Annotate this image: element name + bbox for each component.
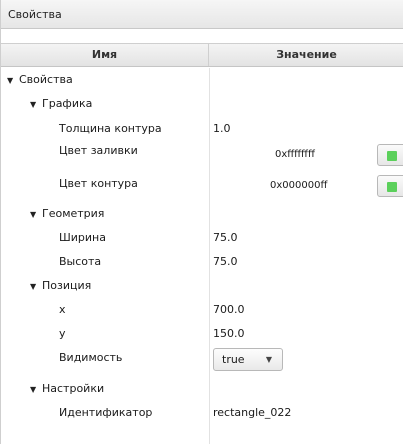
property-row-stroke-width[interactable]: Толщина контура 1.0 (1, 117, 403, 141)
column-header-value[interactable]: Значение (209, 44, 403, 66)
property-label: y (59, 327, 66, 340)
tree-row-label: Графика (42, 97, 93, 110)
property-label: Ширина (59, 231, 106, 244)
expanded-triangle-icon[interactable]: ▼ (30, 275, 42, 299)
property-label: Цвет заливки (59, 144, 138, 157)
property-label: Толщина контура (59, 122, 162, 135)
stroke-width-value[interactable]: 1.0 (213, 117, 231, 141)
tree-row-label: Геометрия (42, 207, 105, 220)
properties-panel: Свойства Имя Значение ▼ Свойства ▼ Графика… (0, 0, 403, 444)
property-tree: ▼ Свойства ▼ Графика Толщина контура 1.0 Ц… (1, 68, 403, 444)
color-swatch-icon (387, 151, 397, 161)
fill-color-hex: 0xffffffff (275, 149, 315, 160)
x-value[interactable]: 700.0 (213, 298, 245, 322)
identifier-value[interactable]: rectangle_022 (213, 401, 291, 425)
height-value[interactable]: 75.0 (213, 250, 238, 274)
fill-color-picker-button[interactable] (377, 144, 403, 166)
visibility-dropdown[interactable]: true ▼ (213, 348, 283, 371)
color-swatch-icon (387, 182, 397, 192)
property-label: Высота (59, 255, 102, 268)
tree-row-graphics[interactable]: ▼ Графика (1, 92, 403, 116)
visibility-dropdown-value: true (222, 353, 245, 366)
property-row-visibility[interactable]: Видимость true ▼ (1, 346, 403, 374)
expanded-triangle-icon[interactable]: ▼ (30, 93, 42, 117)
expanded-triangle-icon[interactable]: ▼ (7, 69, 19, 93)
panel-title: Свойства (1, 0, 403, 29)
property-row-identifier[interactable]: Идентификатор rectangle_022 (1, 401, 403, 425)
tree-row-settings[interactable]: ▼ Настройки (1, 377, 403, 401)
property-row-width[interactable]: Ширина 75.0 (1, 226, 403, 250)
stroke-color-picker-button[interactable] (377, 175, 403, 197)
tree-row-geometry[interactable]: ▼ Геометрия (1, 202, 403, 226)
tree-row-label: Настройки (42, 382, 105, 395)
property-row-fill-color[interactable]: Цвет заливки 0xffffffff (1, 142, 403, 168)
property-row-x[interactable]: x 700.0 (1, 298, 403, 322)
expanded-triangle-icon[interactable]: ▼ (30, 203, 42, 227)
property-label: x (59, 303, 66, 316)
table-header: Имя Значение (1, 43, 403, 67)
property-label: Видимость (59, 351, 123, 364)
stroke-color-hex: 0x000000ff (270, 180, 328, 191)
chevron-down-icon: ▼ (265, 355, 272, 364)
property-row-y[interactable]: y 150.0 (1, 322, 403, 346)
column-header-name[interactable]: Имя (1, 44, 209, 66)
expanded-triangle-icon[interactable]: ▼ (30, 378, 42, 402)
property-label: Цвет контура (59, 177, 138, 190)
tree-row-root[interactable]: ▼ Свойства (1, 68, 403, 92)
tree-row-label: Свойства (19, 73, 73, 86)
y-value[interactable]: 150.0 (213, 322, 245, 346)
property-label: Идентификатор (59, 406, 153, 419)
tree-row-position[interactable]: ▼ Позиция (1, 274, 403, 298)
property-row-height[interactable]: Высота 75.0 (1, 250, 403, 274)
property-row-stroke-color[interactable]: Цвет контура 0x000000ff (1, 172, 403, 198)
tree-row-label: Позиция (42, 279, 92, 292)
width-value[interactable]: 75.0 (213, 226, 238, 250)
